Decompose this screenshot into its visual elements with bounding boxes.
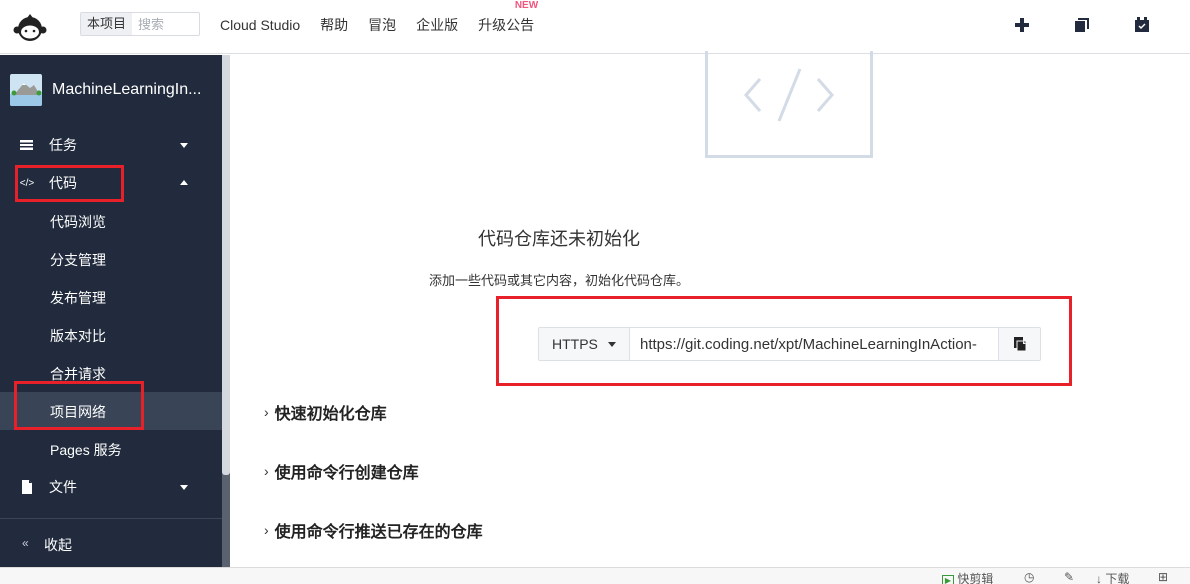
play-icon: ▶ <box>942 575 954 584</box>
project-header[interactable]: MachineLearningIn... <box>10 74 201 106</box>
speed-icon[interactable]: ◷ <box>1024 570 1034 584</box>
sidebar: MachineLearningIn... 任务 </> 代码 代码浏览 分支管理… <box>0 55 230 567</box>
nav-enterprise[interactable]: 企业版 <box>416 15 458 35</box>
copy-stack-icon[interactable] <box>1074 17 1090 33</box>
chevron-right-icon: › <box>264 463 269 479</box>
app-window: 本项目 Cloud Studio 帮助 冒泡 企业版 升级公告 NEW <box>0 0 1190 584</box>
section-label: 快速初始化仓库 <box>274 406 387 423</box>
download-button[interactable]: ↓ 下载 <box>1096 570 1129 584</box>
sidebar-scrollbar[interactable] <box>222 55 230 567</box>
pin-icon[interactable]: ✎ <box>1064 570 1074 584</box>
code-placeholder-illustration <box>705 51 873 158</box>
coding-monkey-logo[interactable] <box>12 8 48 44</box>
top-navbar: 本项目 Cloud Studio 帮助 冒泡 企业版 升级公告 NEW <box>0 0 1190 54</box>
sidebar-subitem-label: 项目网络 <box>50 404 106 420</box>
main-content: 代码仓库还未初始化 添加一些代码或其它内容，初始化代码仓库。 HTTPS › 快… <box>230 51 1190 567</box>
collapse-sidebar-button[interactable]: « 收起 <box>0 525 222 563</box>
plus-icon[interactable] <box>1014 17 1030 33</box>
sidebar-subitem-label: 发布管理 <box>50 290 106 306</box>
repo-url-input[interactable] <box>630 328 998 360</box>
nav-help[interactable]: 帮助 <box>320 15 348 35</box>
chevron-down-icon <box>180 485 188 490</box>
collapse-label: 收起 <box>44 537 72 553</box>
clipboard-icon <box>1013 337 1026 351</box>
sidebar-subitem-label: Pages 服务 <box>50 442 122 458</box>
quick-clip-label: 快剪辑 <box>957 572 994 584</box>
search-box: 本项目 <box>80 12 200 36</box>
sidebar-item-label: 文件 <box>49 479 77 495</box>
sidebar-subitem-label: 分支管理 <box>50 252 106 268</box>
clone-url-group: HTTPS <box>538 327 1041 361</box>
copy-url-button[interactable] <box>998 328 1040 360</box>
quick-clip-button[interactable]: ▶ 快剪辑 <box>942 570 993 584</box>
download-icon: ↓ <box>1096 572 1102 584</box>
sidebar-scroll-thumb[interactable] <box>222 55 230 475</box>
window-icon[interactable]: ⊞ <box>1158 570 1168 584</box>
browser-status-bar: ▶ 快剪辑 ◷ ✎ ↓ 下载 ⊞ <box>0 567 1190 584</box>
sidebar-subitem-pages[interactable]: Pages 服务 <box>0 430 222 468</box>
download-label: 下载 <box>1105 572 1130 584</box>
new-badge: NEW <box>514 0 539 11</box>
code-icon: </> <box>19 177 35 189</box>
empty-state-title: 代码仓库还未初始化 <box>478 229 640 249</box>
section-label: 使用命令行创建仓库 <box>274 465 419 482</box>
sidebar-item-label: 任务 <box>49 137 77 153</box>
nav-bubble[interactable]: 冒泡 <box>368 15 396 35</box>
empty-state-subtitle: 添加一些代码或其它内容，初始化代码仓库。 <box>428 273 689 288</box>
section-quick-init[interactable]: › 快速初始化仓库 <box>264 400 387 424</box>
protocol-select[interactable]: HTTPS <box>539 328 630 360</box>
search-input[interactable] <box>132 13 193 35</box>
sidebar-subitem-label: 合并请求 <box>50 366 106 382</box>
chevron-down-icon <box>180 143 188 148</box>
sidebar-item-code[interactable]: </> 代码 <box>0 164 222 202</box>
section-label: 使用命令行推送已存在的仓库 <box>274 524 483 541</box>
sidebar-subitem-compare[interactable]: 版本对比 <box>0 316 222 354</box>
task-list-icon <box>20 140 33 150</box>
chevron-right-icon: › <box>264 522 269 538</box>
double-chevron-left-icon: « <box>22 536 29 550</box>
code-brackets-icon <box>744 68 834 122</box>
project-name: MachineLearningIn... <box>52 81 202 98</box>
sidebar-item-files[interactable]: 文件 <box>0 468 222 506</box>
calendar-check-icon[interactable] <box>1134 17 1150 33</box>
sidebar-subitem-merge-requests[interactable]: 合并请求 <box>0 354 222 392</box>
file-icon <box>22 480 32 494</box>
nav-announcements-label: 升级公告 <box>478 17 535 33</box>
nav-cloud-studio[interactable]: Cloud Studio <box>220 17 300 33</box>
section-cli-create[interactable]: › 使用命令行创建仓库 <box>264 459 419 483</box>
project-avatar <box>10 74 42 106</box>
chevron-right-icon: › <box>264 404 269 420</box>
protocol-value: HTTPS <box>552 336 598 352</box>
sidebar-subitem-network[interactable]: 项目网络 <box>0 392 222 430</box>
search-scope[interactable]: 本项目 <box>81 13 133 35</box>
sidebar-item-tasks[interactable]: 任务 <box>0 126 222 164</box>
main-nav: Cloud Studio 帮助 冒泡 企业版 升级公告 NEW <box>220 0 554 50</box>
nav-announcements[interactable]: 升级公告 NEW <box>478 0 538 35</box>
section-cli-push-existing[interactable]: › 使用命令行推送已存在的仓库 <box>264 518 483 542</box>
chevron-up-icon <box>180 180 188 185</box>
sidebar-divider <box>0 518 230 519</box>
caret-down-icon <box>608 342 616 347</box>
sidebar-item-label: 代码 <box>49 175 77 191</box>
sidebar-subitem-label: 版本对比 <box>50 328 106 344</box>
